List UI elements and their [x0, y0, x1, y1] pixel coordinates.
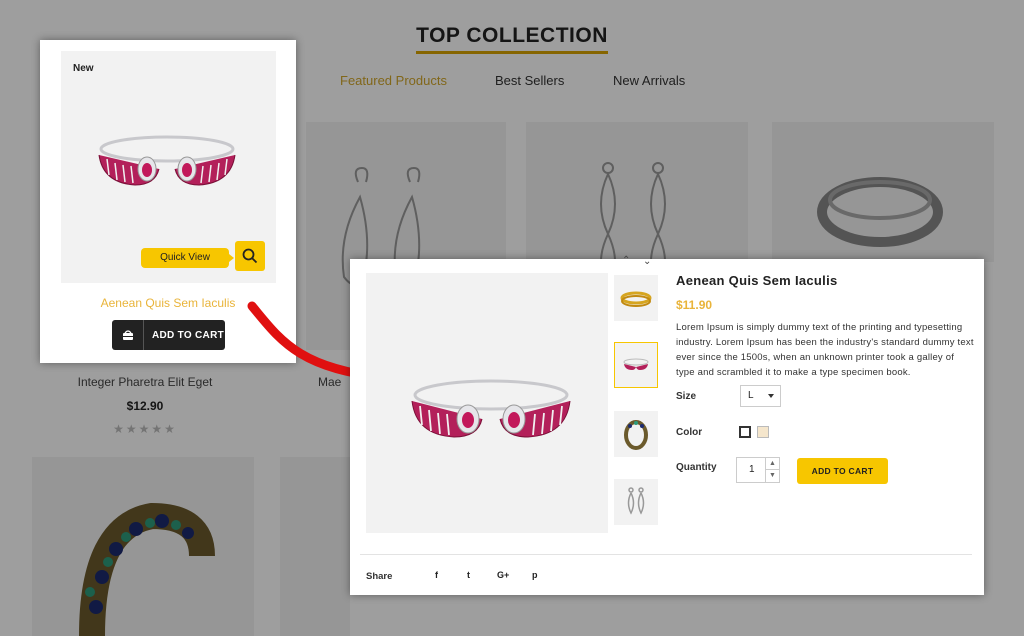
chevron-down-icon [768, 394, 774, 398]
size-value: L [748, 390, 754, 401]
size-label: Size [676, 391, 697, 402]
thumbnail-bangle[interactable] [614, 411, 658, 457]
bracelet-image [411, 379, 571, 438]
quick-view-button[interactable] [235, 241, 265, 271]
add-to-cart-label: ADD TO CART [152, 329, 225, 341]
bangle-thumb-image [624, 420, 648, 450]
modal-product-title: Aenean Quis Sem Iaculis [676, 273, 838, 288]
basket-icon [112, 320, 144, 350]
add-to-cart-button[interactable]: ADD TO CART [112, 320, 225, 350]
thumbnail-bracelet[interactable] [614, 342, 658, 388]
quick-view-modal[interactable]: ⌃ ⌄ Aenean Quis Sem Iaculis $11.90 Lorem… [350, 255, 984, 595]
google-plus-icon[interactable]: G+ [497, 570, 509, 580]
modal-product-description: Lorem Ipsum is simply dummy text of the … [676, 322, 974, 378]
modal-add-to-cart-button[interactable]: ADD TO CART [797, 458, 888, 484]
earrings-thumb-image [627, 487, 645, 515]
gold-rings-image [620, 291, 652, 307]
twitter-icon[interactable]: t [467, 570, 470, 580]
quick-view-tooltip: Quick View [141, 248, 234, 268]
quantity-label: Quantity [676, 462, 717, 473]
color-swatch-cream[interactable] [757, 426, 769, 438]
facebook-icon[interactable]: f [435, 570, 438, 580]
chevron-up-icon[interactable]: ⌃ [622, 255, 630, 266]
thumbnail-earrings[interactable] [614, 479, 658, 525]
product-image-container[interactable]: New Quick View [61, 51, 276, 283]
search-icon [242, 248, 258, 264]
main-product-image[interactable] [366, 273, 608, 533]
quantity-decrease-button[interactable]: ▼ [765, 470, 779, 482]
bracelet-image [98, 135, 236, 186]
bracelet-thumb-image [623, 358, 649, 370]
color-swatch-white[interactable] [739, 426, 751, 438]
divider [360, 554, 972, 555]
modal-product-price: $11.90 [676, 298, 713, 312]
thumbnail-rings[interactable] [614, 275, 658, 321]
chevron-down-icon[interactable]: ⌄ [643, 256, 651, 267]
pinterest-icon[interactable]: p [532, 570, 538, 580]
size-select[interactable]: L [740, 385, 781, 407]
color-label: Color [676, 427, 703, 438]
quantity-increase-button[interactable]: ▲ [765, 458, 779, 470]
new-badge: New [73, 63, 94, 74]
share-label: Share [366, 571, 393, 582]
